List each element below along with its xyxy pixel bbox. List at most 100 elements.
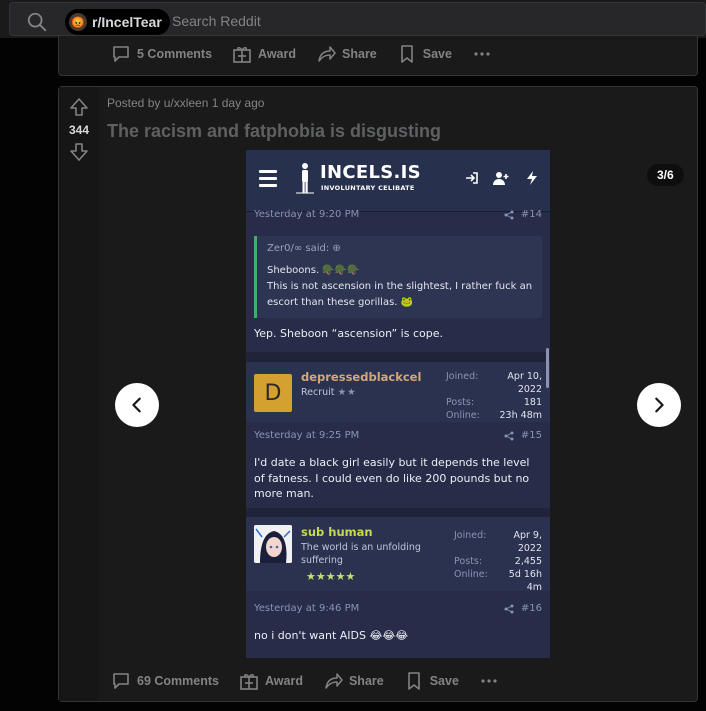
scrollbar-thumb[interactable] xyxy=(546,348,549,388)
share-label: Share xyxy=(348,674,384,688)
search-box[interactable]: 😡 r/IncelTear Search Reddit xyxy=(9,2,706,36)
stat-value: 23h 48m xyxy=(499,410,542,421)
comments-button[interactable]: 69 Comments xyxy=(111,671,219,691)
post-number: #15 xyxy=(520,430,542,441)
bookmark-icon xyxy=(400,45,413,63)
gallery-image[interactable]: INCELS.IS INVOLUNTARY CELIBATE Yesterday… xyxy=(246,150,550,658)
award-button[interactable]: Award xyxy=(239,671,303,691)
user-stats: Joined: Apr 10, 2022 Posts: 181 Online: 23h… xyxy=(446,370,542,422)
post-text: no i don't want AIDS 😂😂😂 xyxy=(254,629,409,642)
menu-icon xyxy=(259,170,277,187)
user-block: D depressedblackcel Recruit ★★ Joined: Ap… xyxy=(246,362,550,422)
share-button[interactable]: Share xyxy=(323,671,384,691)
stat-label: Posts: xyxy=(454,556,483,567)
forum-post-16: Yesterday at 9:46 PM #16 no i don't want… xyxy=(246,591,550,658)
previous-post-actions: 5 Comments Award Share Save xyxy=(111,44,492,64)
stat-value: Apr 10, 2022 xyxy=(507,371,542,395)
save-label: Save xyxy=(429,674,459,688)
post-text: I'd date a black girl easily but it depe… xyxy=(254,456,530,500)
posted-by[interactable]: Posted by u/xxleen 1 day ago xyxy=(107,96,264,110)
username: sub human xyxy=(301,525,373,539)
forum-post-15: Yesterday at 9:25 PM #15 I'd date a blac… xyxy=(246,422,550,508)
stat-label: Online: xyxy=(446,410,480,421)
avatar: D xyxy=(254,374,292,412)
stat-label: Joined: xyxy=(454,530,487,541)
share-icon xyxy=(504,431,514,441)
save-button[interactable]: Save xyxy=(404,671,459,691)
gallery-prev-button[interactable] xyxy=(115,383,159,427)
bookmark-icon xyxy=(407,672,420,690)
quote-author: Zer0/∞ said: ⊕ xyxy=(267,243,341,254)
site-subtitle: INVOLUNTARY CELIBATE xyxy=(321,184,415,192)
more-options-button[interactable] xyxy=(472,44,492,64)
register-icon xyxy=(493,172,509,185)
save-button[interactable]: Save xyxy=(397,44,452,64)
user-title: Recruit ★★ xyxy=(301,387,357,398)
comments-button[interactable]: 5 Comments xyxy=(111,44,212,64)
avatar xyxy=(254,525,292,563)
anime-avatar-icon xyxy=(254,525,292,563)
share-icon xyxy=(504,604,514,614)
comments-label: 5 Comments xyxy=(137,47,213,61)
post-text: Yep. Sheboon “ascension” is cope. xyxy=(254,327,443,340)
upvote-icon[interactable] xyxy=(69,97,89,117)
award-icon xyxy=(233,47,251,63)
chevron-left-icon xyxy=(132,397,141,413)
subreddit-avatar-icon: 😡 xyxy=(69,13,87,31)
comment-icon xyxy=(113,46,129,62)
share-icon xyxy=(504,210,514,220)
subreddit-name: r/IncelTear xyxy=(92,14,162,30)
forum-header: INCELS.IS INVOLUNTARY CELIBATE xyxy=(246,150,550,212)
award-label: Award xyxy=(264,674,303,688)
gallery-counter: 3/6 xyxy=(647,164,684,186)
arrow-up-circle-icon: ⊕ xyxy=(332,243,341,254)
top-bar: 😡 r/IncelTear Search Reddit xyxy=(0,0,706,38)
stat-value: Apr 9, 2022 xyxy=(513,530,542,554)
quote-body: Sheboons. 🪖🪖🪖 This is not ascension in t… xyxy=(267,263,539,311)
downvote-icon[interactable] xyxy=(69,142,89,162)
more-options-button[interactable] xyxy=(479,671,499,691)
post-time: Yesterday at 9:20 PM xyxy=(254,209,360,220)
share-label: Share xyxy=(342,47,377,61)
quote-block: Zer0/∞ said: ⊕ Sheboons. 🪖🪖🪖 This is not… xyxy=(254,236,542,318)
stat-label: Posts: xyxy=(446,397,475,408)
award-button[interactable]: Award xyxy=(232,44,296,64)
award-icon xyxy=(240,674,258,690)
post-number: #16 xyxy=(520,603,542,614)
award-label: Award xyxy=(258,47,297,61)
post-number: #14 xyxy=(520,209,542,220)
quote-line: This is not ascension in the slightest, … xyxy=(267,281,533,308)
vote-count: 344 xyxy=(68,123,90,137)
more-icon xyxy=(481,679,497,683)
login-icon xyxy=(466,172,478,184)
quote-line: Sheboons. 🪖🪖🪖 xyxy=(267,265,360,276)
subreddit-chip[interactable]: 😡 r/IncelTear xyxy=(65,9,170,35)
more-icon xyxy=(474,52,490,56)
user-title: The world is an unfolding suffering xyxy=(301,542,421,566)
chevron-right-icon xyxy=(655,397,664,413)
gallery-next-button[interactable] xyxy=(637,383,681,427)
vote-column: 344 xyxy=(59,87,99,701)
comments-label: 69 Comments xyxy=(137,674,219,688)
stat-value: 181 xyxy=(523,397,542,408)
post-title[interactable]: The racism and fatphobia is disgusting xyxy=(107,121,441,142)
share-icon xyxy=(325,673,343,689)
previous-post-card: 5 Comments Award Share Save xyxy=(58,36,698,76)
site-title: INCELS.IS xyxy=(320,162,421,183)
save-label: Save xyxy=(422,47,452,61)
logo-figure-icon xyxy=(296,163,314,194)
stat-label: Joined: xyxy=(446,371,479,382)
share-button[interactable]: Share xyxy=(316,44,377,64)
post-actions: 69 Comments Award Share Save xyxy=(111,671,499,691)
rank-stars: ★★★★★ xyxy=(306,570,356,583)
user-block: sub human The world is an unfolding suff… xyxy=(246,517,550,593)
search-icon xyxy=(27,12,47,32)
search-input[interactable]: Search Reddit xyxy=(172,13,261,29)
lightning-icon xyxy=(527,171,537,185)
post-time: Yesterday at 9:25 PM xyxy=(254,430,360,441)
stat-value: 2,455 xyxy=(514,556,542,567)
rank-stars: ★★ xyxy=(337,387,357,398)
comment-icon xyxy=(113,673,129,689)
username: depressedblackcel xyxy=(301,370,422,384)
share-icon xyxy=(318,46,336,62)
